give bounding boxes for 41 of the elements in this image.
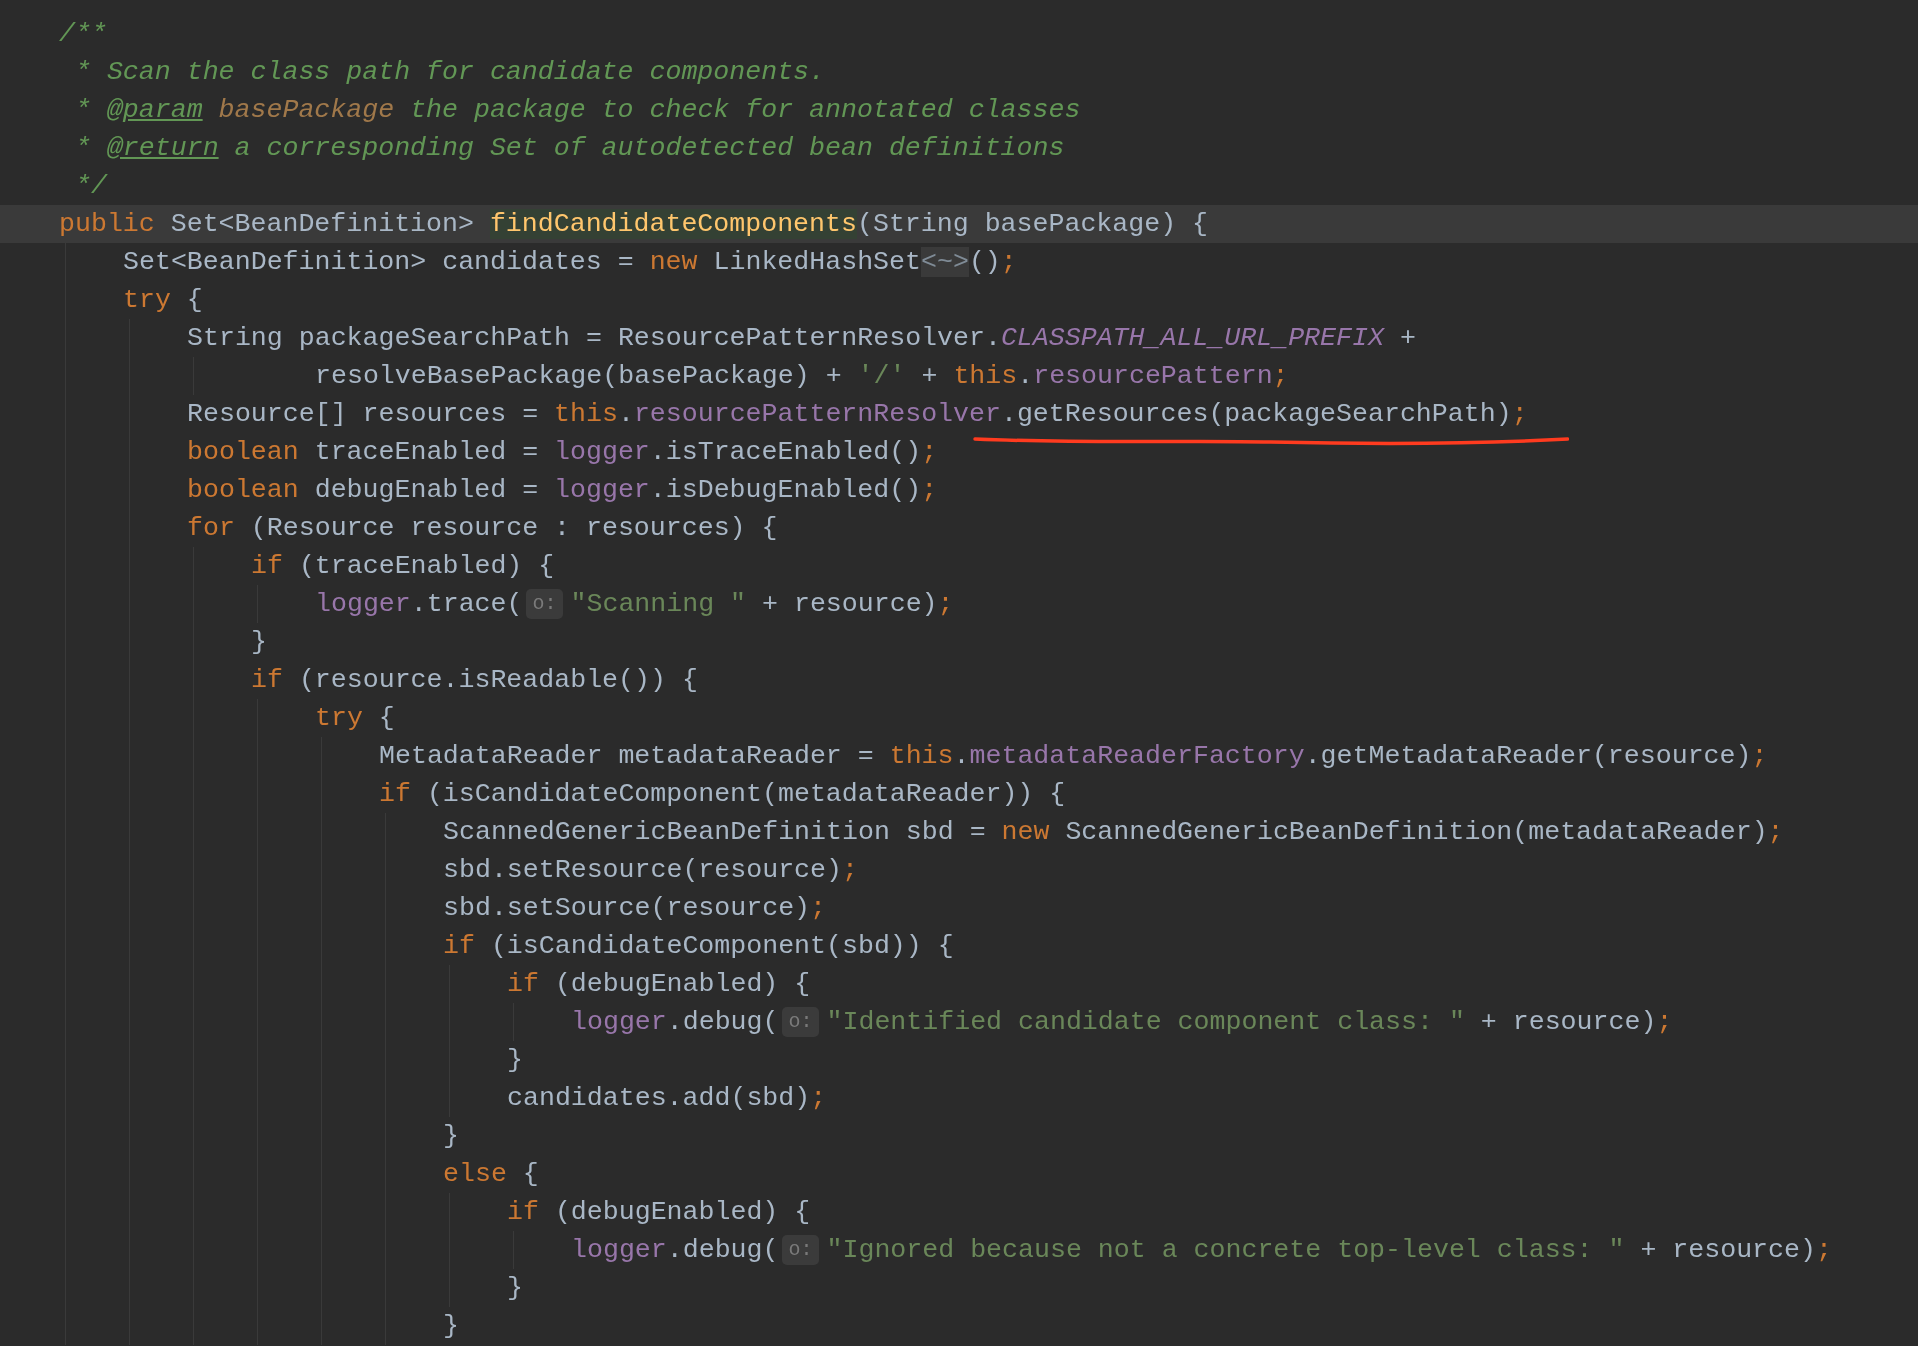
code-text: boolean traceEnabled = logger.isTraceEnabled(); [187, 436, 938, 469]
code-text: ScannedGenericBeanDefinition sbd = new ScannedGenericBeanDefinition(metadataReader); [443, 816, 1784, 849]
code-text: * @param basePackage the package to check for annotated classes [73, 94, 1081, 127]
code-text: MetadataReader metadataReader = this.metadataReaderFactory.getMetadataReader(resource); [379, 740, 1768, 773]
code-text: String packageSearchPath = ResourcePatternResolver.CLASSPATH_ALL_URL_PREFIX + [187, 322, 1416, 355]
code-text: Set<BeanDefinition> candidates = new LinkedHashSet<~>(); [123, 246, 1017, 279]
code-text: candidates.add(sbd); [507, 1082, 827, 1115]
code-text: } [443, 1120, 459, 1153]
parameter-hint: o: [782, 1235, 819, 1265]
code-text: logger.debug( [571, 1006, 779, 1039]
code-text: } [507, 1044, 523, 1077]
code-text: if (isCandidateComponent(sbd)) { [443, 930, 954, 963]
code-text: "Scanning " + resource); [570, 588, 954, 621]
code-text: if (traceEnabled) { [251, 550, 555, 583]
code-text: logger.debug( [571, 1234, 779, 1267]
code-text: if (resource.isReadable()) { [251, 664, 698, 697]
code-text: "Identified candidate component class: " + resource); [826, 1006, 1673, 1039]
code-text: * Scan the class path for candidate components. [73, 56, 826, 89]
code-text: logger.trace( [315, 588, 523, 621]
code-text: try { [315, 702, 395, 735]
code-text: sbd.setResource(resource); [443, 854, 858, 887]
code-text: else { [443, 1158, 539, 1191]
code-text: } [507, 1272, 523, 1305]
parameter-hint: o: [526, 589, 563, 619]
code-text: sbd.setSource(resource); [443, 892, 827, 925]
code-text: for (Resource resource : resources) { [187, 512, 778, 545]
code-text: if (debugEnabled) { [507, 1196, 811, 1229]
parameter-hint: o: [782, 1007, 819, 1037]
code-text: if (debugEnabled) { [507, 968, 811, 1001]
code-text: try { [123, 284, 203, 317]
code-text: "Ignored because not a concrete top-level class: " + resource); [826, 1234, 1832, 1267]
code-text: resolveBasePackage(basePackage) + '/' + this.resourcePattern; [315, 360, 1289, 393]
code-text: public Set<BeanDefinition> findCandidateComponents(String basePackage) { [59, 208, 1209, 241]
code-text: */ [73, 170, 107, 203]
code-text: * @return a corresponding Set of autodetected bean definitions [73, 132, 1065, 165]
code-text: /** [59, 18, 107, 51]
code-text: boolean debugEnabled = logger.isDebugEnabled(); [187, 474, 938, 507]
code-text: } [251, 626, 267, 659]
code-text: } [443, 1310, 459, 1343]
code-text: if (isCandidateComponent(metadataReader)) { [379, 778, 1066, 811]
code-text: Resource[] resources = this.resourcePatternResolver.getResources(packageSearchPath); [187, 398, 1528, 431]
